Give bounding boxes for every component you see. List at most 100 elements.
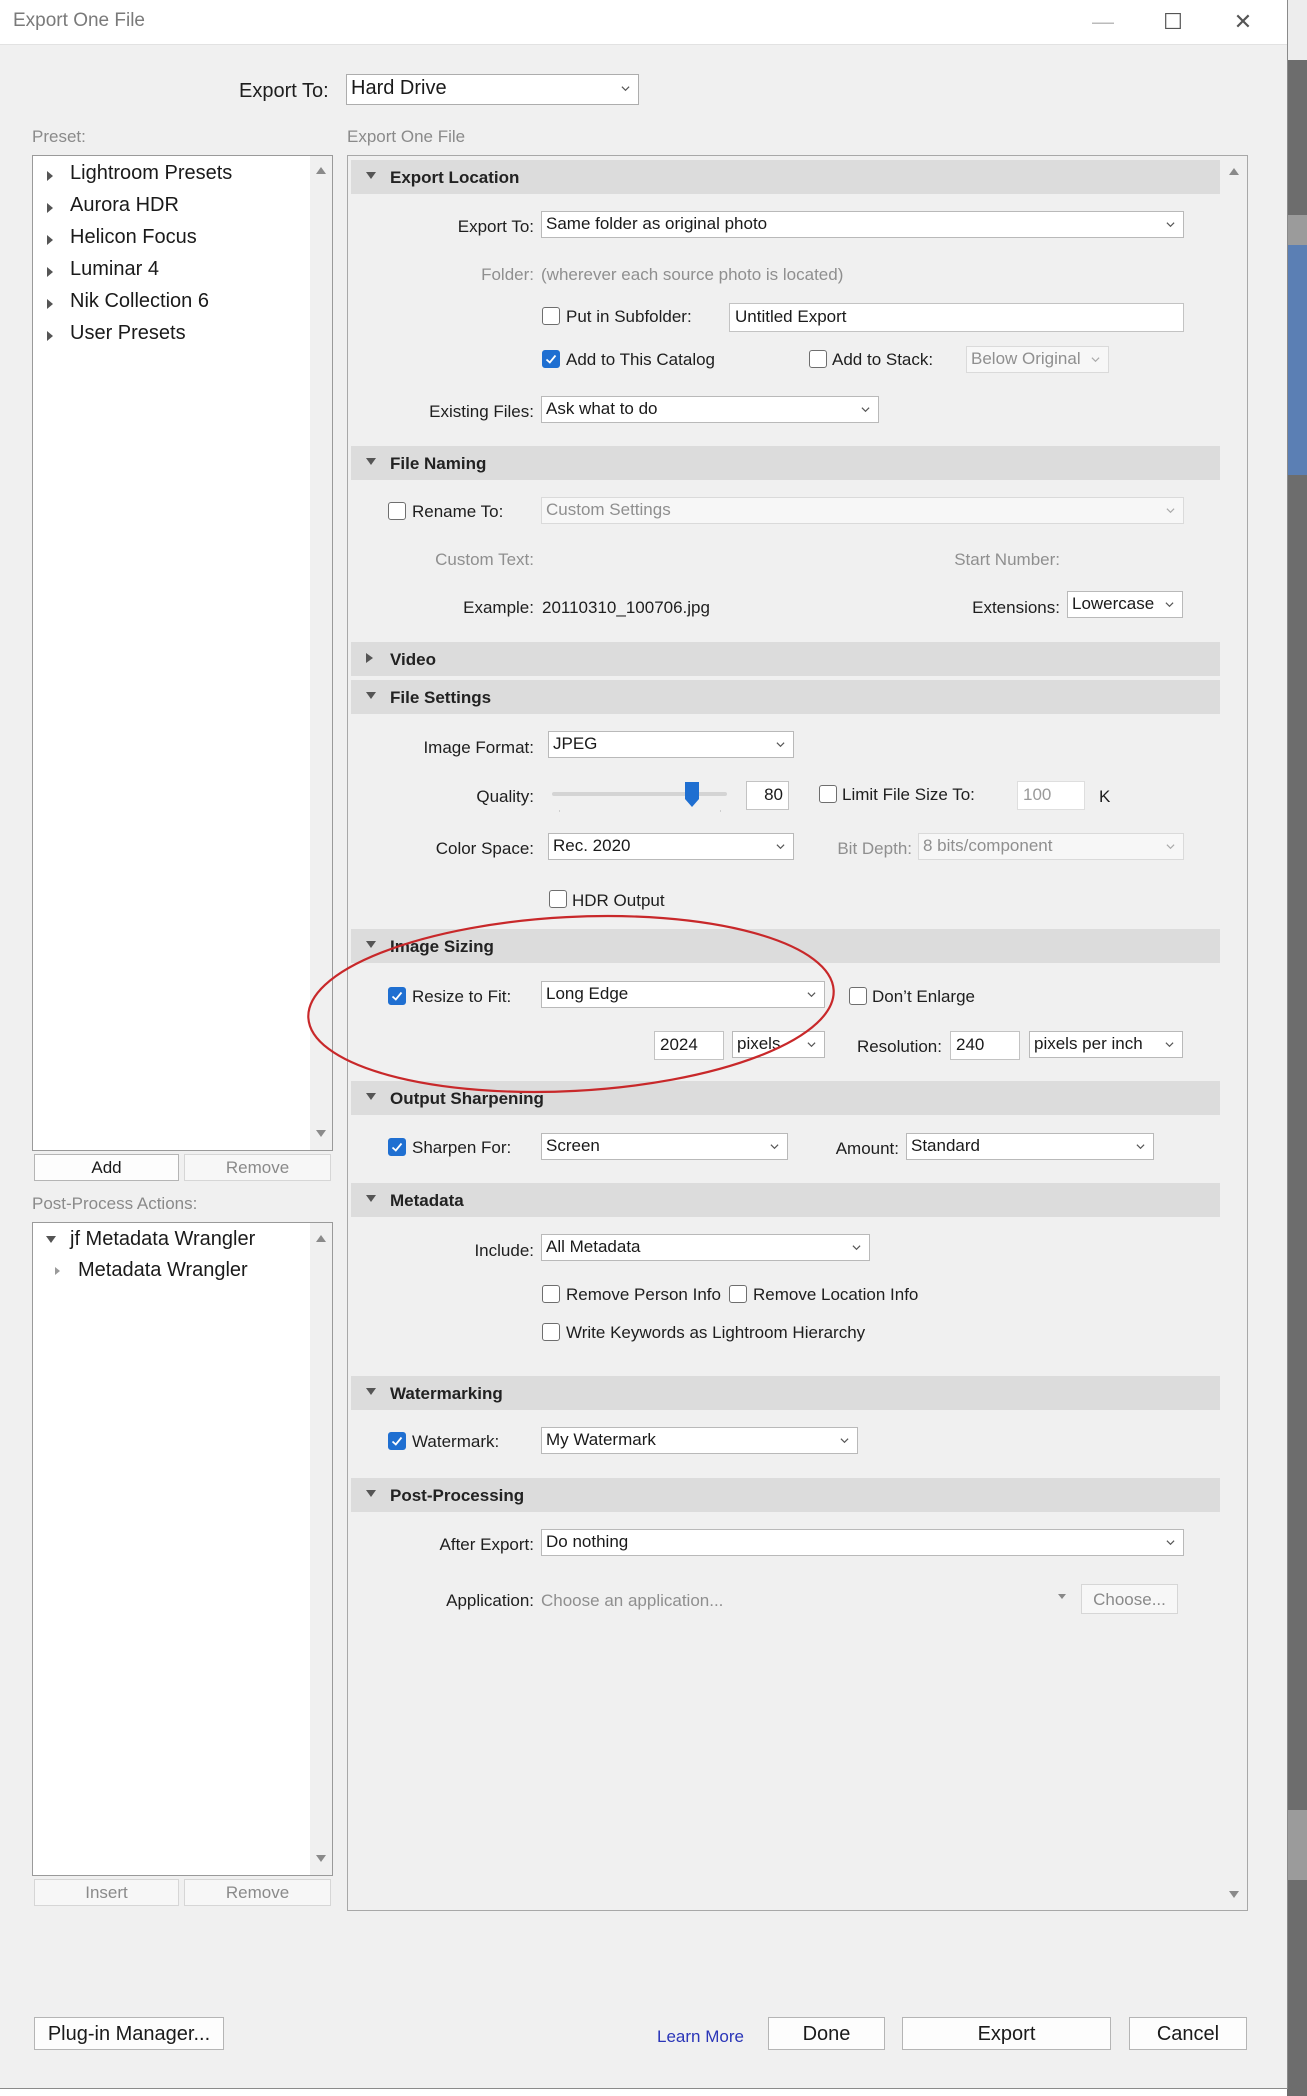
post-process-child[interactable]: Metadata Wrangler [78, 1259, 248, 1282]
write-keywords-checkbox[interactable] [542, 1323, 560, 1341]
chevron-down-icon [1136, 1144, 1145, 1150]
expanded-triangle-icon[interactable] [46, 1236, 56, 1243]
chevron-down-icon [1165, 1042, 1174, 1048]
preset-item[interactable]: Aurora HDR [70, 194, 179, 217]
example-label: Example: [463, 598, 534, 617]
plugin-manager-button[interactable]: Plug-in Manager... [34, 2017, 224, 2050]
insert-button[interactable]: Insert [34, 1879, 179, 1906]
preset-item[interactable]: Nik Collection 6 [70, 290, 209, 313]
add-to-stack-checkbox[interactable] [809, 350, 827, 368]
quality-slider-thumb[interactable] [684, 781, 700, 808]
add-to-catalog-checkbox[interactable] [542, 350, 560, 368]
color-space-dropdown[interactable]: Rec. 2020 [548, 833, 794, 860]
preset-item[interactable]: Helicon Focus [70, 226, 197, 249]
custom-text-label: Custom Text: [435, 550, 534, 569]
scroll-up-icon[interactable] [1229, 167, 1239, 175]
remove-person-info-checkbox[interactable] [542, 1285, 560, 1303]
preset-item[interactable]: Lightroom Presets [70, 162, 232, 185]
after-export-value: Do nothing [546, 1532, 629, 1551]
export-button[interactable]: Export [902, 2017, 1111, 2050]
folder-value: (wherever each source photo is located) [541, 265, 844, 284]
export-to-value: Hard Drive [351, 77, 447, 99]
export-one-file-heading: Export One File [347, 127, 466, 146]
chevron-down-icon [1166, 222, 1175, 228]
section-post-processing[interactable]: Post-Processing [351, 1478, 1220, 1512]
watermark-dropdown[interactable]: My Watermark [541, 1427, 858, 1454]
collapsed-triangle-icon[interactable] [47, 203, 53, 213]
limit-file-size-checkbox[interactable] [819, 785, 837, 803]
put-in-subfolder-label: Put in Subfolder: [566, 307, 692, 326]
image-format-label: Image Format: [423, 738, 534, 757]
cancel-button[interactable]: Cancel [1129, 2017, 1247, 2050]
bit-depth-dropdown[interactable]: 8 bits/component [918, 833, 1184, 860]
export-dialog: Export One File — ☐ ✕ Export To: Hard Dr… [0, 0, 1288, 2089]
learn-more-link[interactable]: Learn More [657, 2027, 744, 2047]
rename-to-checkbox[interactable] [388, 502, 406, 520]
collapsed-triangle-icon[interactable] [47, 171, 53, 181]
resolution-unit-dropdown[interactable]: pixels per inch [1029, 1031, 1183, 1058]
preset-add-button[interactable]: Add [34, 1154, 179, 1181]
sharpen-for-checkbox[interactable] [388, 1138, 406, 1156]
existing-files-dropdown[interactable]: Ask what to do [541, 396, 879, 423]
maximize-button[interactable]: ☐ [1148, 6, 1198, 38]
scroll-down-icon[interactable] [316, 1130, 326, 1138]
watermark-value: My Watermark [546, 1430, 656, 1449]
stack-position-dropdown[interactable]: Below Original [966, 346, 1109, 373]
expanded-triangle-icon [366, 172, 376, 179]
export-to-dropdown[interactable]: Hard Drive [346, 74, 639, 105]
section-metadata[interactable]: Metadata [351, 1183, 1220, 1217]
include-metadata-dropdown[interactable]: All Metadata [541, 1234, 870, 1261]
scroll-up-icon[interactable] [316, 166, 326, 174]
amount-dropdown[interactable]: Standard [906, 1133, 1154, 1160]
export-location-dropdown[interactable]: Same folder as original photo [541, 211, 1184, 238]
extensions-dropdown[interactable]: Lowercase [1067, 591, 1183, 618]
close-button[interactable]: ✕ [1218, 6, 1268, 38]
section-export-location[interactable]: Export Location [351, 160, 1220, 194]
application-dropdown-icon[interactable] [1058, 1594, 1066, 1599]
quality-input[interactable]: 80 [746, 781, 789, 810]
section-video[interactable]: Video [351, 642, 1220, 676]
preset-remove-button[interactable]: Remove [184, 1154, 331, 1181]
section-watermarking[interactable]: Watermarking [351, 1376, 1220, 1410]
post-process-list[interactable]: jf Metadata Wrangler Metadata Wrangler [32, 1222, 333, 1876]
dont-enlarge-checkbox[interactable] [849, 987, 867, 1005]
post-process-scrollbar[interactable] [310, 1223, 332, 1875]
rename-template-dropdown[interactable]: Custom Settings [541, 497, 1184, 524]
done-button[interactable]: Done [768, 2017, 885, 2050]
section-file-settings[interactable]: File Settings [351, 680, 1220, 714]
dont-enlarge-label: Don’t Enlarge [872, 987, 976, 1006]
remove-location-info-checkbox[interactable] [729, 1285, 747, 1303]
collapsed-triangle-icon[interactable] [47, 235, 53, 245]
post-process-remove-button[interactable]: Remove [184, 1879, 331, 1906]
check-icon [545, 354, 557, 364]
preset-item[interactable]: Luminar 4 [70, 258, 159, 281]
put-in-subfolder-checkbox[interactable] [542, 307, 560, 325]
after-export-dropdown[interactable]: Do nothing [541, 1529, 1184, 1556]
remove-person-info-label: Remove Person Info [566, 1285, 721, 1304]
hdr-output-checkbox[interactable] [549, 890, 567, 908]
resolution-input[interactable]: 240 [950, 1031, 1020, 1060]
settings-scrollbar[interactable] [1222, 157, 1246, 1909]
section-file-naming[interactable]: File Naming [351, 446, 1220, 480]
collapsed-triangle-icon[interactable] [47, 299, 53, 309]
color-space-value: Rec. 2020 [553, 836, 631, 855]
preset-item[interactable]: User Presets [70, 322, 186, 345]
scroll-down-icon[interactable] [1229, 1891, 1239, 1899]
limit-size-input[interactable]: 100 [1017, 781, 1085, 810]
preset-list[interactable]: Lightroom Presets Aurora HDR Helicon Focus… [32, 155, 333, 1151]
quality-slider[interactable] [552, 792, 727, 796]
sharpen-for-dropdown[interactable]: Screen [541, 1133, 788, 1160]
collapsed-triangle-icon [366, 653, 373, 663]
application-input[interactable]: Choose an application... [541, 1591, 723, 1611]
post-process-group[interactable]: jf Metadata Wrangler [70, 1228, 255, 1251]
collapsed-triangle-icon[interactable] [47, 331, 53, 341]
collapsed-triangle-icon[interactable] [47, 267, 53, 277]
minimize-button[interactable]: — [1078, 6, 1128, 38]
scroll-up-icon[interactable] [316, 1234, 326, 1242]
scroll-down-icon[interactable] [316, 1855, 326, 1863]
image-format-dropdown[interactable]: JPEG [548, 731, 794, 758]
choose-application-button[interactable]: Choose... [1081, 1584, 1178, 1614]
watermark-checkbox[interactable] [388, 1432, 406, 1450]
expanded-triangle-icon [366, 1388, 376, 1395]
subfolder-input[interactable]: Untitled Export [729, 303, 1184, 332]
